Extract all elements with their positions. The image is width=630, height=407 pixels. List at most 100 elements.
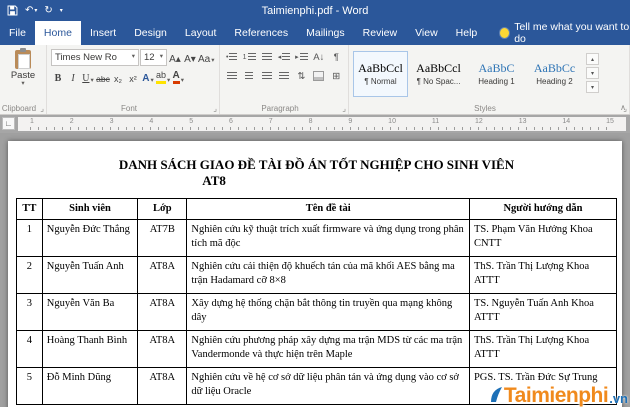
borders-button[interactable]: ⊞: [329, 68, 344, 84]
tab-home[interactable]: Home: [34, 21, 81, 45]
cell-lop[interactable]: AT8A: [137, 255, 188, 294]
document-page[interactable]: DANH SÁCH GIAO ĐỀ TÀI ĐỒ ÁN TỐT NGHIỆP C…: [8, 141, 622, 407]
cell-tt[interactable]: 3: [16, 292, 43, 331]
document-title-line-1[interactable]: DANH SÁCH GIAO ĐỀ TÀI ĐỒ ÁN TỐT NGHIỆP C…: [16, 157, 617, 173]
tab-selector[interactable]: ∟: [2, 117, 15, 130]
numbering-button[interactable]: 1: [241, 49, 256, 65]
styles-scroll-down-button[interactable]: ▾: [586, 67, 599, 79]
font-size-caret-icon: ▾: [159, 53, 163, 61]
cell-nguoi-huong-dan[interactable]: ThS. Trần Thị Lượng Khoa ATTT: [468, 329, 618, 368]
style-no-spacing[interactable]: AaBbCcl ¶ No Spac...: [411, 51, 466, 97]
cell-tt[interactable]: 5: [16, 366, 43, 405]
paragraph-dialog-launcher[interactable]: ⌟: [342, 105, 346, 113]
document-title-line-2[interactable]: AT8: [202, 173, 617, 189]
increase-indent-button[interactable]: ▸: [294, 49, 309, 65]
tab-insert[interactable]: Insert: [81, 21, 125, 45]
tab-view[interactable]: View: [406, 21, 447, 45]
column-header-nguoi-huong-dan[interactable]: Người hướng dẫn: [468, 197, 618, 220]
clipboard-dialog-launcher[interactable]: ⌟: [40, 105, 44, 113]
justify-button[interactable]: [276, 68, 291, 84]
cell-lop[interactable]: AT8A: [137, 292, 188, 331]
tell-me-box[interactable]: Tell me what you want to do: [500, 21, 630, 45]
tab-review[interactable]: Review: [354, 21, 406, 45]
indent-lines-icon: [299, 52, 308, 62]
shrink-font-button[interactable]: A▾: [183, 50, 197, 66]
show-hide-marks-button[interactable]: ¶: [329, 49, 344, 65]
font-color-button[interactable]: A ▾: [171, 69, 185, 85]
collapse-ribbon-button[interactable]: ∧: [620, 103, 626, 112]
cell-ten-de-tai[interactable]: Nghiên cứu cải thiện độ khuếch tán của m…: [186, 255, 470, 294]
column-header-tt[interactable]: TT: [16, 197, 43, 220]
redo-button[interactable]: ↻: [44, 5, 52, 16]
cell-nguoi-huong-dan[interactable]: TS. Phạm Văn Hưởng Khoa CNTT: [468, 218, 618, 257]
multilevel-list-button[interactable]: [259, 49, 274, 65]
style-no-spacing-preview: AaBbCcl: [416, 61, 461, 75]
strikethrough-button[interactable]: abc: [96, 69, 110, 85]
text-effects-button[interactable]: A ▾: [141, 69, 155, 85]
indent-arrow-icon: ▸: [295, 53, 299, 61]
column-header-lop[interactable]: Lớp: [137, 197, 188, 220]
sort-button[interactable]: A↓: [311, 49, 326, 65]
save-button[interactable]: [7, 5, 18, 16]
cell-ten-de-tai[interactable]: Nghiên cứu phương pháp xây dựng ma trận …: [186, 329, 470, 368]
tab-mailings[interactable]: Mailings: [297, 21, 354, 45]
tab-file[interactable]: File: [0, 21, 35, 45]
cell-sinh-vien[interactable]: Nguyễn Đức Thắng: [41, 218, 139, 257]
document-area: DANH SÁCH GIAO ĐỀ TÀI ĐỒ ÁN TỐT NGHIỆP C…: [0, 133, 630, 407]
decrease-indent-button[interactable]: ◂: [276, 49, 291, 65]
tab-layout[interactable]: Layout: [176, 21, 226, 45]
font-dialog-launcher[interactable]: ⌟: [213, 105, 217, 113]
tab-help[interactable]: Help: [447, 21, 487, 45]
cell-sinh-vien[interactable]: Nguyễn Tuấn Anh: [41, 255, 139, 294]
ruler-number: 3: [109, 118, 114, 125]
document-title[interactable]: DANH SÁCH GIAO ĐỀ TÀI ĐỒ ÁN TỐT NGHIỆP C…: [16, 157, 617, 190]
subscript-button[interactable]: x₂: [111, 69, 125, 85]
tab-references[interactable]: References: [225, 21, 297, 45]
cell-tt[interactable]: 4: [16, 329, 43, 368]
cell-lop[interactable]: AT8A: [137, 366, 188, 405]
line-spacing-button[interactable]: ⇅: [294, 68, 309, 84]
font-name-combo[interactable]: Times New Ro ▾: [51, 49, 139, 66]
bullets-button[interactable]: •: [224, 49, 239, 65]
justify-icon: [278, 71, 289, 81]
paste-button[interactable]: Paste ▾: [11, 48, 35, 88]
cell-sinh-vien[interactable]: Đỗ Minh Dũng: [41, 366, 139, 405]
customize-qat-button[interactable]: ▾: [60, 8, 63, 14]
undo-button[interactable]: ↶ ▾: [25, 5, 37, 16]
align-left-button[interactable]: [224, 68, 239, 84]
cell-tt[interactable]: 1: [16, 218, 43, 257]
cell-sinh-vien[interactable]: Hoàng Thanh Bình: [41, 329, 139, 368]
outdent-arrow-icon: ◂: [277, 53, 282, 61]
underline-button[interactable]: U ▾: [81, 69, 95, 85]
styles-more-button[interactable]: ▾: [586, 81, 599, 93]
horizontal-ruler[interactable]: ∟ 1 2 3 4 5 6 7 8 9 10 11 12 13 14 15: [0, 115, 630, 133]
font-size-combo[interactable]: 12 ▾: [140, 49, 167, 66]
italic-button[interactable]: I: [66, 69, 80, 85]
cell-lop[interactable]: AT7B: [137, 218, 188, 257]
shading-button[interactable]: [311, 68, 326, 84]
cell-ten-de-tai[interactable]: Xây dựng hệ thống chặn bắt thông tin tru…: [186, 292, 470, 331]
style-heading-1[interactable]: AaBbC Heading 1: [469, 51, 524, 97]
superscript-button[interactable]: x²: [126, 69, 140, 85]
cell-ten-de-tai[interactable]: Nghiên cứu kỹ thuật trích xuất firmware …: [186, 218, 470, 257]
column-header-ten-de-tai[interactable]: Tên đề tài: [186, 197, 470, 220]
column-header-sinh-vien[interactable]: Sinh viên: [41, 197, 139, 220]
align-right-button[interactable]: [259, 68, 274, 84]
cell-tt[interactable]: 2: [16, 255, 43, 294]
highlight-caret-icon: ▾: [167, 76, 171, 84]
tab-design[interactable]: Design: [125, 21, 176, 45]
style-normal[interactable]: AaBbCcl ¶ Normal: [353, 51, 408, 97]
cell-sinh-vien[interactable]: Nguyễn Văn Ba: [41, 292, 139, 331]
style-heading-2[interactable]: AaBbCc Heading 2: [527, 51, 582, 97]
align-center-button[interactable]: [241, 68, 256, 84]
highlight-button[interactable]: ab ▾: [156, 69, 170, 85]
cell-lop[interactable]: AT8A: [137, 329, 188, 368]
cell-ten-de-tai[interactable]: Nghiên cứu về hệ cơ sở dữ liệu phân tán …: [186, 366, 470, 405]
styles-scroll-up-button[interactable]: ▴: [586, 53, 599, 65]
cell-nguoi-huong-dan[interactable]: ThS. Trần Thị Lượng Khoa ATTT: [468, 255, 618, 294]
bold-button[interactable]: B: [51, 69, 65, 85]
grow-font-button[interactable]: A▴: [168, 50, 182, 66]
cell-nguoi-huong-dan[interactable]: TS. Nguyễn Tuấn Anh Khoa ATTT: [468, 292, 618, 331]
pilcrow-icon: ¶: [333, 51, 339, 63]
change-case-button[interactable]: Aa ▾: [198, 50, 215, 66]
